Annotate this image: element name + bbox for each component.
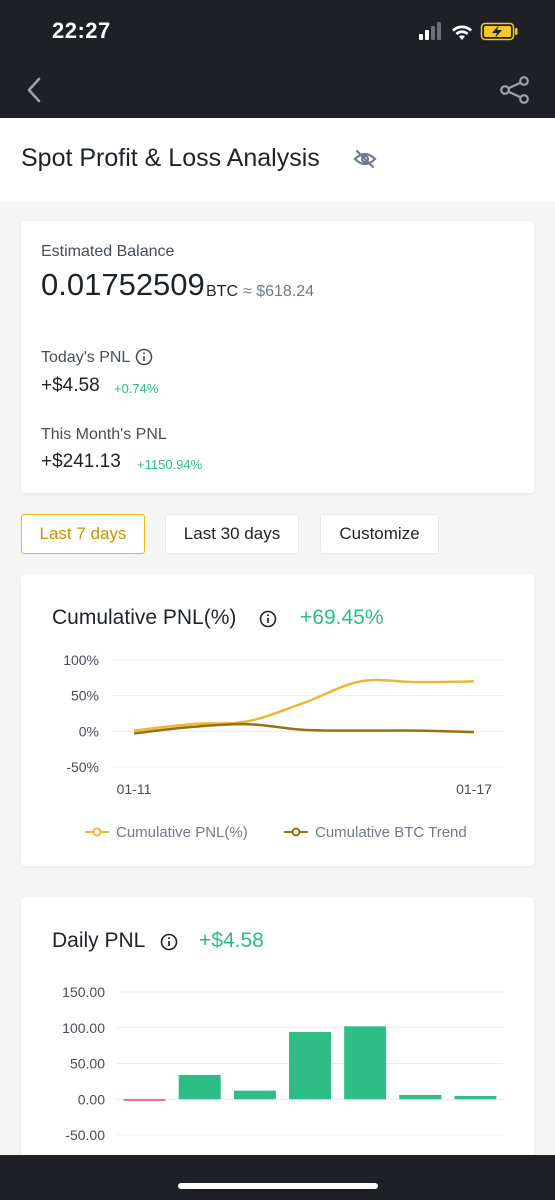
y-tick-label: 50% — [71, 688, 99, 704]
chevron-left-icon — [27, 77, 41, 103]
range-last-30-days[interactable]: Last 30 days — [165, 514, 299, 554]
page-title: Spot Profit & Loss Analysis — [21, 144, 320, 172]
today-pnl-value: +$4.58 — [41, 375, 100, 396]
y-tick-label: -50% — [66, 759, 99, 775]
y-tick-label: -50.00 — [65, 1127, 105, 1143]
y-tick-label: 100.00 — [62, 1020, 105, 1036]
status-bar: 22:27 — [0, 0, 555, 62]
legend-marker — [291, 827, 301, 837]
x-tick-label: 01-17 — [456, 781, 492, 797]
balance-unit: BTC — [206, 283, 238, 300]
bar-01-15 — [344, 1026, 387, 1100]
battery-charging-icon — [480, 22, 518, 41]
x-tick-label: 01-11 — [117, 781, 152, 797]
y-tick-label: 100% — [63, 652, 99, 668]
hide-balance-button[interactable] — [352, 146, 378, 172]
home-bar-area — [0, 1155, 555, 1200]
wifi-icon — [452, 25, 472, 40]
nav-bar — [0, 62, 555, 118]
y-tick-label: 150.00 — [62, 984, 105, 1000]
cellular-signal-icon — [419, 22, 441, 40]
range-customize[interactable]: Customize — [320, 514, 439, 554]
month-pnl-value: +$241.13 — [41, 451, 121, 472]
y-tick-label: 0% — [79, 723, 99, 739]
month-pnl-percent: +1150.94% — [137, 457, 203, 472]
info-icon[interactable] — [135, 348, 153, 366]
bar-01-14 — [289, 1032, 331, 1100]
y-tick-label: 50.00 — [70, 1056, 105, 1072]
balance-usd-approx: ≈ $618.24 — [243, 283, 315, 300]
status-icons — [419, 22, 518, 41]
today-pnl-percent: +0.74% — [114, 381, 159, 396]
range-last-7-days[interactable]: Last 7 days — [21, 514, 145, 554]
today-pnl-label: Today's PNL — [41, 349, 131, 366]
back-button[interactable] — [18, 72, 54, 108]
daily-pnl-chart: 150.00 100.00 50.00 0.00 -50.00 — [62, 984, 503, 1143]
share-button[interactable] — [499, 74, 531, 106]
estimated-balance-label: Estimated Balance — [41, 243, 175, 260]
month-pnl-label: This Month's PNL — [41, 426, 167, 443]
balance-value: 0.01752509 — [41, 267, 205, 302]
home-indicator[interactable] — [178, 1183, 378, 1189]
cumulative-pnl-card: Cumulative PNL(%) +69.45% 100% 50% 0% -50% 0… — [21, 574, 534, 866]
share-icon — [500, 76, 529, 104]
balance-card: Estimated Balance 0.01752509 BTC ≈ $618.… — [21, 221, 534, 493]
cumulative-pnl-chart: 100% 50% 0% -50% 01-11 01-17 Cumulative PNL(%)… — [63, 652, 503, 841]
bar-01-16 — [399, 1094, 442, 1100]
bar-01-11 — [123, 1099, 166, 1101]
y-tick-label: 0.00 — [78, 1091, 105, 1107]
daily-pnl-card: Daily PNL +$4.58 150.00 100.00 50.00 0.00 -5… — [21, 897, 534, 1167]
series-line-1 — [133, 678, 475, 732]
legend-marker — [92, 827, 102, 837]
legend-label: Cumulative PNL(%) — [116, 824, 248, 841]
status-time: 22:27 — [52, 18, 111, 43]
bar-01-12 — [178, 1074, 221, 1100]
eye-off-icon — [353, 149, 377, 169]
legend-label: Cumulative BTC Trend — [315, 824, 467, 841]
bar-01-17 — [454, 1095, 497, 1100]
bar-01-13 — [233, 1090, 276, 1100]
title-area: Spot Profit & Loss Analysis — [0, 118, 555, 202]
